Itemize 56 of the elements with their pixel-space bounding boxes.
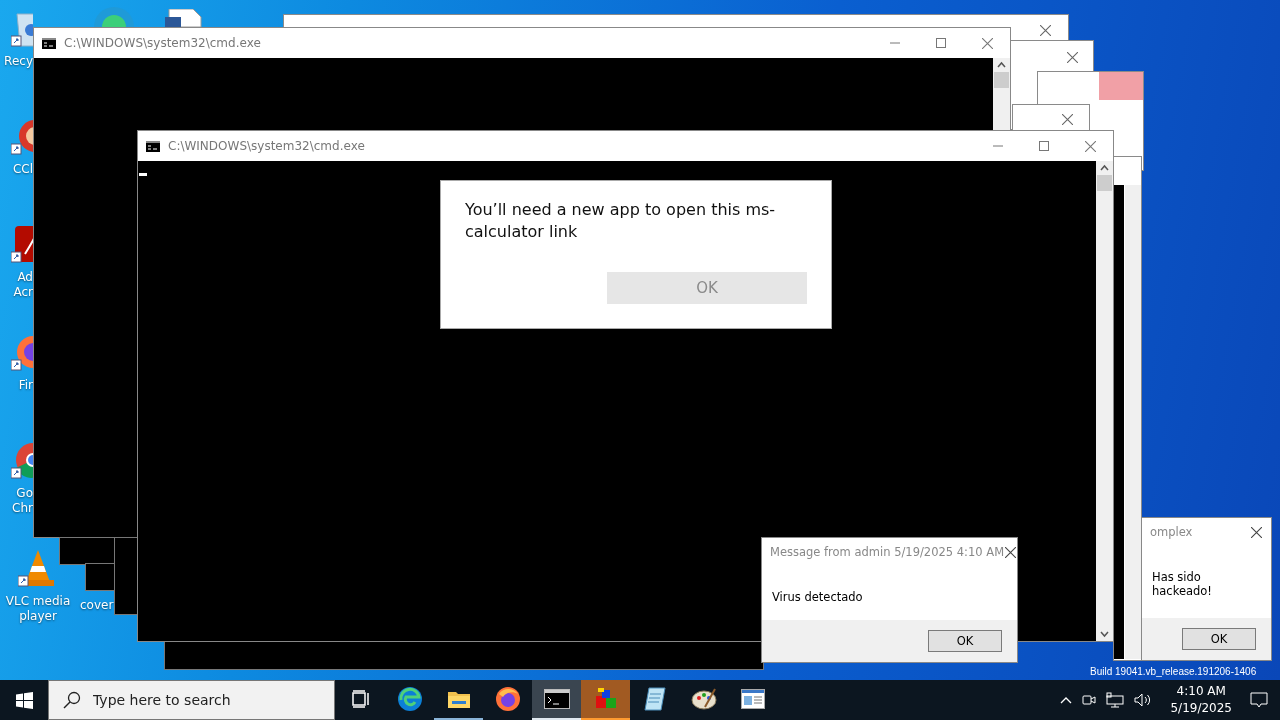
close-icon[interactable] [981,37,993,49]
search-field[interactable]: Type here to search [91,691,315,709]
icon-label[interactable]: player [19,609,57,624]
search-icon [63,691,81,709]
window-title: C:\WINDOWS\system32\cmd.exe [64,36,262,50]
scrollbar[interactable] [993,58,1010,130]
icon-label[interactable]: Go [16,486,33,501]
clock-time[interactable]: 4:10 AM [1176,683,1226,700]
build-text: Build 19041.vb_release.191206-1406 [1090,666,1257,677]
scrollbar-thumb[interactable] [994,72,1009,88]
close-icon[interactable] [1040,25,1051,36]
folder-icon[interactable] [446,689,471,709]
search-box[interactable]: Type here to search [48,680,335,720]
maximize-icon[interactable] [936,38,946,48]
document-icon[interactable] [165,9,205,27]
window-icon[interactable] [740,689,765,709]
task-view-icon[interactable] [350,690,371,708]
window-title: C:\WINDOWS\system32\cmd.exe [168,139,366,153]
message-text: Has sido hackeado! [1152,570,1212,598]
icon-label[interactable]: Acr [13,285,33,300]
acrobat-icon[interactable] [11,224,33,264]
notepad-icon[interactable] [642,686,667,712]
chevron-up-icon[interactable] [1060,696,1073,704]
close-icon[interactable] [1067,52,1078,63]
maximize-icon[interactable] [1039,141,1049,151]
ok-button[interactable]: OK [928,630,1002,652]
icon-label[interactable]: CCl [12,162,33,177]
message-text: Virus detectado [772,590,863,604]
icon-label[interactable]: Fir [18,378,33,393]
icon-label[interactable]: cover [80,598,114,612]
icon-label[interactable]: Recy [4,54,33,69]
close-icon[interactable] [1062,114,1073,125]
close-icon[interactable] [1084,140,1096,152]
icon-label[interactable]: Ad [17,270,33,285]
close-icon[interactable] [1250,526,1262,538]
scrollbar[interactable] [1096,161,1113,641]
scrollbar-thumb[interactable] [1097,175,1112,191]
four-panes-icon[interactable] [15,691,33,709]
terminal-icon [146,140,160,152]
camera-icon[interactable] [1082,692,1097,708]
icon-label[interactable]: VLC media [5,594,71,609]
terminal-icon [42,37,56,49]
close-icon[interactable] [1005,546,1017,558]
terminal-icon[interactable] [543,689,570,709]
firefox-icon[interactable] [494,686,521,712]
dialog-message: You’ll need a new app to open this ms-calculator link [465,199,777,243]
edge-icon[interactable] [396,686,423,712]
message-box-title: omplex [1150,525,1194,539]
ok-button[interactable]: OK [1182,628,1256,650]
message-box-title: Message from admin 5/19/2025 4:10 AM [770,545,1005,559]
palette-icon[interactable] [690,687,717,711]
network-icon[interactable] [1106,692,1125,708]
clock-date[interactable]: 5/19/2025 [1170,700,1232,717]
speaker-icon[interactable] [1134,692,1153,708]
icon-label[interactable]: Chr [12,501,33,516]
notifications-icon[interactable] [1250,691,1268,709]
